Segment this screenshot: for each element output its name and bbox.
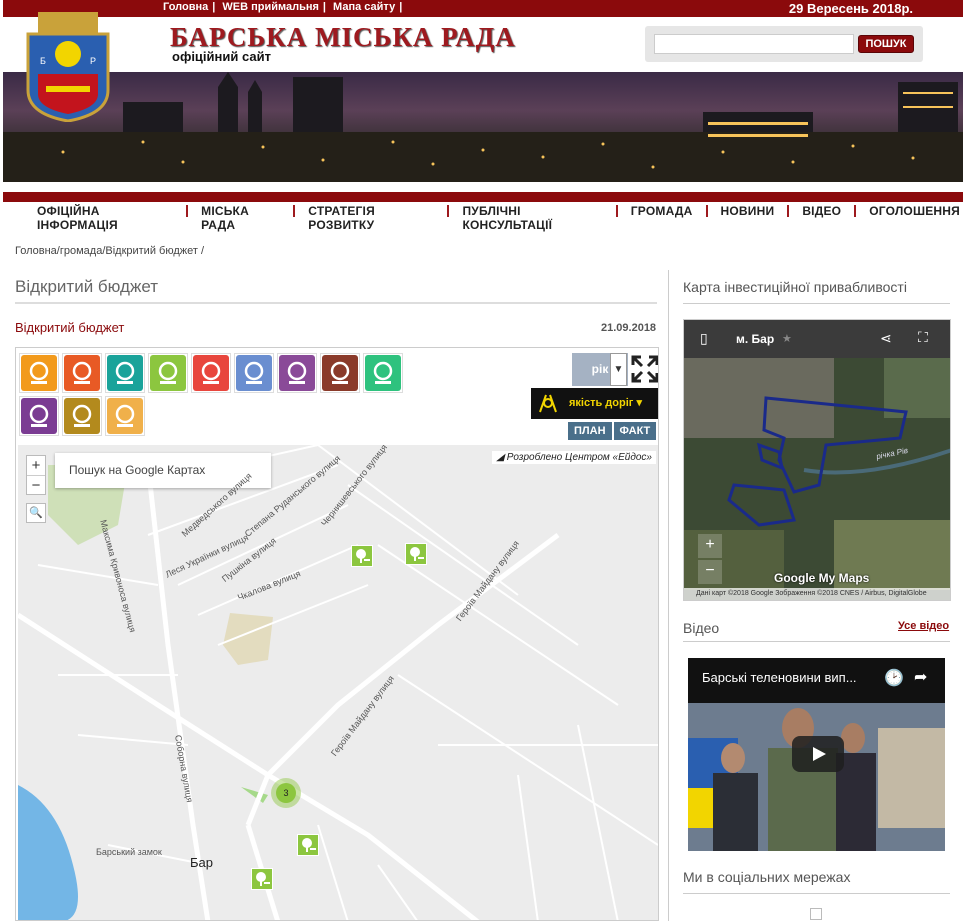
fullscreen-icon[interactable]: [630, 354, 658, 384]
nav-development-strategy[interactable]: СТРАТЕГІЯ РОЗВИТКУ: [295, 204, 447, 232]
invest-map-zoom-in[interactable]: +: [698, 534, 722, 558]
top-bar: Головна | WEB приймальня | Мапа сайту | 29 …: [3, 0, 963, 17]
health-icon[interactable]: [191, 353, 231, 393]
road-quality-label: якість доріг: [569, 397, 634, 409]
place-label: Барський замок: [96, 847, 162, 857]
map-zoom-in-button[interactable]: +: [27, 456, 45, 475]
star-icon[interactable]: ★: [782, 332, 792, 345]
nav-city-council[interactable]: МІСЬКА РАДА: [188, 204, 293, 232]
ecology-icon[interactable]: [363, 353, 403, 393]
eidos-logo-icon: ◢: [496, 452, 505, 463]
cluster-count: 3: [276, 783, 296, 803]
sidebar-divider-line: [683, 641, 950, 642]
caret-down-icon: ▾: [636, 397, 642, 409]
nav-community[interactable]: ГРОМАДА: [618, 204, 706, 220]
utilities-icon[interactable]: [62, 396, 102, 436]
fullscreen-icon[interactable]: ⛶: [918, 329, 928, 346]
play-button[interactable]: [792, 736, 844, 772]
map-attribution: Дані карт ©2018 Google Зображення ©2018 …: [684, 588, 950, 600]
nav-public-consultations[interactable]: ПУБЛІЧНІ КОНСУЛЬТАЦІЇ: [449, 204, 615, 232]
nav-announcements[interactable]: ОГОЛОШЕННЯ: [856, 204, 973, 220]
park-project-marker[interactable]: [351, 545, 373, 567]
city-label: Бар: [190, 855, 213, 870]
breadcrumb[interactable]: Головна/громада/Відкритий бюджет /: [15, 245, 204, 257]
invest-map-heading: Карта інвестиційної привабливості: [683, 279, 907, 295]
fact-button[interactable]: ФАКТ: [613, 422, 657, 440]
svg-text:Б: Б: [40, 56, 46, 66]
invest-map-title: м. Бар: [736, 332, 775, 346]
top-link-sitemap[interactable]: Мапа сайту: [333, 1, 395, 13]
nav-news[interactable]: НОВИНИ: [708, 204, 788, 220]
video-heading: Відео: [683, 620, 720, 636]
tourism-icon[interactable]: [320, 353, 360, 393]
nav-official-info[interactable]: ОФІЦІЙНА ІНФОРМАЦІЯ: [24, 204, 186, 232]
plan-fact-toggle: ПЛАН ФАКТ: [566, 422, 657, 440]
plan-button[interactable]: ПЛАН: [568, 422, 612, 440]
search-button[interactable]: ПОШУК: [858, 35, 914, 53]
park-project-marker[interactable]: [405, 543, 427, 565]
developer-credit-text: Розроблено Центром «Ейдос»: [506, 452, 652, 463]
developer-credit[interactable]: ◢ Розроблено Центром «Ейдос»: [492, 451, 656, 464]
article-date: 21.09.2018: [601, 322, 657, 334]
city-emblem-icon[interactable]: Б Р: [24, 4, 112, 123]
social-heading: Ми в соціальних мережах: [683, 869, 851, 885]
svg-text:Р: Р: [90, 56, 96, 66]
invest-map-zoom-out[interactable]: −: [698, 560, 722, 584]
google-my-maps-logo: Google My Maps: [774, 571, 870, 585]
map-zoom-control: + −: [26, 455, 46, 495]
road-quality-filter[interactable]: якість доріг ▾: [531, 388, 658, 419]
culture-icon[interactable]: [277, 353, 317, 393]
invest-map-embed[interactable]: ▯ м. Бар ★ ⋖ ⛶ річка Рів + − Google My M…: [683, 319, 951, 601]
video-caption[interactable]: Барські теленовини вип...: [702, 670, 857, 685]
sidebar-divider-line: [683, 893, 950, 894]
nav-video[interactable]: ВІДЕО: [789, 204, 854, 220]
map-legend-icon[interactable]: ▯: [700, 330, 708, 347]
education-icon[interactable]: [19, 353, 59, 393]
lighting-icon[interactable]: [19, 396, 59, 436]
park-project-marker[interactable]: [297, 834, 319, 856]
park-project-marker[interactable]: [251, 868, 273, 890]
top-link-web-reception[interactable]: WEB приймальня: [222, 1, 319, 13]
page-title: Відкритий бюджет: [15, 277, 159, 296]
social-icon[interactable]: [62, 353, 102, 393]
sidebar-divider: [668, 270, 669, 921]
open-budget-widget: рік ▼ якість доріг ▾ ПЛАН ФАКТ + − 🔍 Пош…: [15, 347, 659, 921]
all-video-link[interactable]: Усе відео: [898, 620, 949, 632]
title-divider: [15, 302, 657, 304]
city-night-banner: [3, 72, 963, 182]
current-date: 29 Вересень 2018р.: [788, 1, 913, 16]
video-player[interactable]: Барські теленовини вип... 🕑 ➦: [688, 658, 945, 851]
share-icon[interactable]: ➦: [914, 667, 927, 687]
budget-map[interactable]: + − 🔍 Пошук на Google Картах ◢ Розроблен…: [18, 445, 658, 920]
invest-map-header: ▯ м. Бар ★ ⋖ ⛶: [684, 320, 950, 358]
top-link-home[interactable]: Головна: [163, 1, 208, 13]
map-zoom-out-button[interactable]: −: [27, 475, 45, 494]
roads-icon[interactable]: [105, 353, 145, 393]
watch-later-icon[interactable]: 🕑: [884, 668, 904, 688]
playground-icon[interactable]: [105, 396, 145, 436]
project-cluster-marker[interactable]: 3: [271, 778, 301, 808]
search-input[interactable]: [654, 34, 854, 54]
sidebar-divider-line: [683, 303, 950, 304]
top-links: Головна | WEB приймальня | Мапа сайту |: [163, 1, 403, 13]
map-search-icon[interactable]: 🔍: [26, 503, 46, 523]
social-widget-image[interactable]: [810, 908, 822, 920]
share-icon[interactable]: ⋖: [880, 330, 892, 347]
red-divider: [3, 192, 963, 202]
sport-icon[interactable]: [234, 353, 274, 393]
main-navigation: ОФІЦІЙНА ІНФОРМАЦІЯ МІСЬКА РАДА СТРАТЕГІ…: [24, 204, 973, 232]
chevron-down-icon[interactable]: ▼: [610, 353, 627, 386]
road-quality-icon: [539, 394, 557, 413]
search-box: ПОШУК: [645, 26, 923, 62]
park-icon[interactable]: [148, 353, 188, 393]
site-subtitle: офіційний сайт: [172, 49, 271, 64]
article-title[interactable]: Відкритий бюджет: [15, 320, 124, 335]
